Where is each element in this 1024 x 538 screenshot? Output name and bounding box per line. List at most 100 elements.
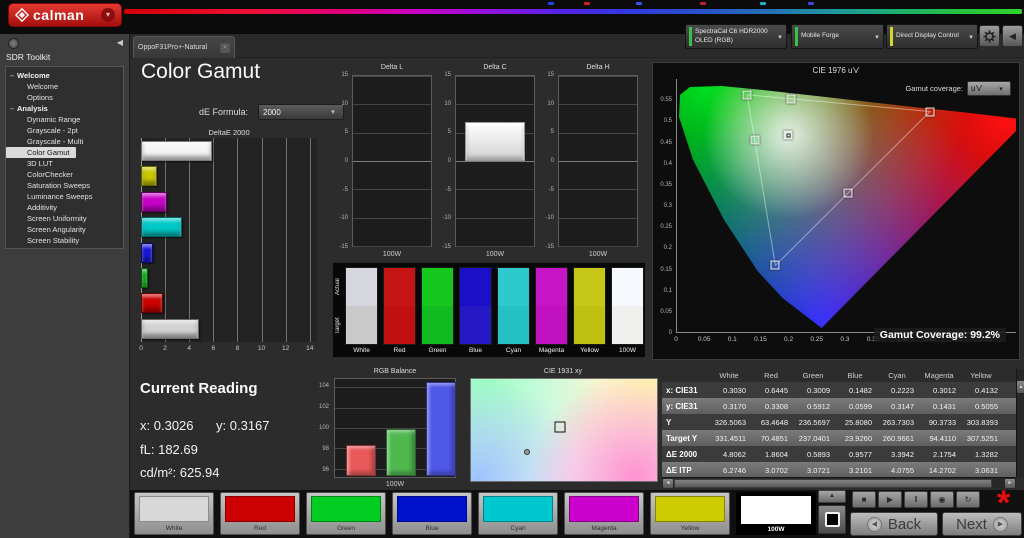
sidebar-menu-button[interactable]	[8, 38, 19, 49]
axis-tick-label: -15	[339, 244, 348, 250]
collapse-panel-button[interactable]: ◀	[1002, 25, 1023, 47]
axis-tick-label: 100	[318, 425, 329, 431]
stop-button[interactable]: ■	[852, 491, 876, 508]
sidebar-item-grayscale-2pt[interactable]: Grayscale - 2pt	[6, 125, 123, 136]
axis-tick-label: -10	[339, 215, 348, 222]
sidebar-item-color-gamut[interactable]: Color Gamut	[6, 147, 76, 158]
target-row-label: Target	[335, 317, 341, 334]
table-horizontal-scrollbar[interactable]: ◄ ►	[662, 477, 1016, 488]
play-button[interactable]: ▶	[878, 491, 902, 508]
marker-yellow	[786, 94, 796, 104]
sidebar-item-luminance-sweeps[interactable]: Luminance Sweeps	[6, 191, 123, 202]
sidebar-item-3d-lut[interactable]: 3D LUT	[6, 158, 123, 169]
sidebar: ◀ SDR Toolkit WelcomeWelcomeOptionsAnaly…	[0, 34, 130, 538]
delta-l-y-axis: 15 10 5 0 -5 -10 -15	[332, 72, 350, 250]
sidebar-group-welcome[interactable]: Welcome	[6, 70, 123, 81]
marker-green	[742, 90, 752, 100]
gamut-coverage-select[interactable]: u'v' ▾	[967, 81, 1011, 96]
deltae-chart-x-axis: 0 2 4 6 8 10 12 14	[139, 345, 317, 354]
gridline	[353, 132, 431, 134]
read-button[interactable]: ◉	[930, 491, 954, 508]
sidebar-item-options[interactable]: Options	[6, 92, 123, 103]
cie1976-plot: Gamut Coverage: 99.2%	[676, 79, 1016, 342]
sidebar-item-welcome[interactable]: Welcome	[6, 81, 123, 92]
display-control-dropdown[interactable]: Direct Display Control ▾	[886, 24, 978, 49]
pattern-button-blue[interactable]: Blue	[392, 492, 472, 535]
delta-h-title: Delta H	[586, 64, 610, 71]
row-label: Target Y	[666, 433, 698, 443]
column-header: Green	[802, 371, 824, 380]
pattern-button-magenta[interactable]: Magenta	[564, 492, 644, 535]
sidebar-item-dynamic-range[interactable]: Dynamic Range	[6, 114, 123, 125]
pause-button[interactable]: ‖	[904, 491, 928, 508]
logo-menu-caret-icon[interactable]: ▾	[101, 8, 115, 22]
sidebar-collapse-icon[interactable]: ◀	[117, 38, 123, 47]
pattern-button-100w[interactable]: 100W	[736, 492, 816, 535]
refresh-button[interactable]: ↻	[956, 491, 980, 508]
sidebar-item-screen-uniformity[interactable]: Screen Uniformity	[6, 213, 123, 224]
sidebar-item-screen-stability[interactable]: Screen Stability	[6, 235, 123, 246]
rgb-balance-x-label: 100W	[385, 481, 405, 488]
axis-tick-label: 0	[668, 330, 672, 336]
chevron-down-icon: ▾	[778, 33, 782, 41]
tab-session[interactable]: OppoF31Pro+-Natural ✕	[133, 36, 235, 58]
gridline	[353, 246, 431, 247]
pattern-button-white[interactable]: White	[134, 492, 214, 535]
speck	[760, 2, 766, 5]
panel-up-button[interactable]: ▲	[818, 490, 846, 503]
sidebar-item-additivity[interactable]: Additivity	[6, 202, 123, 213]
table-cell: 25.8080	[844, 417, 872, 427]
pattern-button-red[interactable]: Red	[220, 492, 300, 535]
tab-close-icon[interactable]: ✕	[220, 42, 230, 53]
meter-dropdown[interactable]: SpectraCal C6 HDR2000 OLED (RGB) ▾	[685, 24, 787, 49]
gridline	[456, 76, 534, 77]
table-vertical-scrollbar[interactable]: ▲	[1016, 369, 1024, 477]
stop-icon: ■	[861, 495, 867, 504]
gridline	[237, 138, 239, 342]
pattern-swatch	[311, 496, 381, 522]
pattern-swatch	[741, 496, 811, 524]
pattern-label: Red	[254, 525, 266, 532]
table-cell: 0.1482	[849, 385, 872, 395]
table-cell: 237.0401	[798, 433, 830, 443]
settings-button[interactable]	[979, 25, 1000, 47]
pattern-swatch	[483, 496, 553, 522]
meter-status-bar	[689, 27, 692, 46]
back-button[interactable]: ◀ Back	[850, 512, 938, 536]
cie1976-horseshoe	[678, 85, 1016, 329]
pattern-window-button[interactable]	[818, 505, 846, 534]
table-cell: 2.1754	[933, 449, 956, 459]
pattern-swatch	[569, 496, 639, 522]
reading-cd-label: cd/m²:	[140, 465, 177, 480]
scroll-left-icon[interactable]: ◄	[663, 479, 673, 488]
axis-tick-label: 0.2	[784, 336, 794, 343]
sidebar-item-spectral-power-dist[interactable]: Spectral Power Dist.	[6, 246, 123, 248]
pattern-button-cyan[interactable]: Cyan	[478, 492, 558, 535]
table-cell: 0.5912	[807, 401, 830, 411]
reading-x-value: 0.3026	[153, 418, 194, 433]
scroll-up-icon[interactable]: ▲	[1017, 381, 1024, 393]
table-cell: 331.4511	[715, 433, 746, 443]
axis-tick-label: 5	[550, 129, 554, 136]
sidebar-group-analysis[interactable]: Analysis	[6, 103, 123, 114]
table-cell: 70.4851	[760, 433, 788, 443]
pattern-label: White	[165, 525, 183, 532]
scrollbar-thumb[interactable]	[674, 479, 992, 488]
reading-y-label: y:	[216, 418, 227, 433]
calman-logo[interactable]: calman ▾	[8, 3, 122, 27]
sidebar-item-screen-angularity[interactable]: Screen Angularity	[6, 224, 123, 235]
axis-tick-label: -5	[342, 186, 348, 193]
sidebar-item-colorchecker[interactable]: ColorChecker	[6, 169, 123, 180]
pattern-button-green[interactable]: Green	[306, 492, 386, 535]
table-cell: 3.0702	[765, 465, 788, 475]
bar-green	[141, 268, 149, 288]
table-header-row: White Red Green Blue Cyan Magenta Yellow	[662, 369, 1016, 382]
pattern-swatch	[655, 496, 725, 522]
source-dropdown[interactable]: Mobile Forge ▾	[791, 24, 884, 49]
reading-fl: fL: 182.69	[140, 442, 198, 457]
swatch-label: Yellow	[580, 347, 599, 354]
sidebar-item-grayscale-multi[interactable]: Grayscale - Multi	[6, 136, 123, 147]
sidebar-item-saturation-sweeps[interactable]: Saturation Sweeps	[6, 180, 123, 191]
table-cell: 0.5055	[975, 401, 998, 411]
pattern-button-yellow[interactable]: Yellow	[650, 492, 730, 535]
